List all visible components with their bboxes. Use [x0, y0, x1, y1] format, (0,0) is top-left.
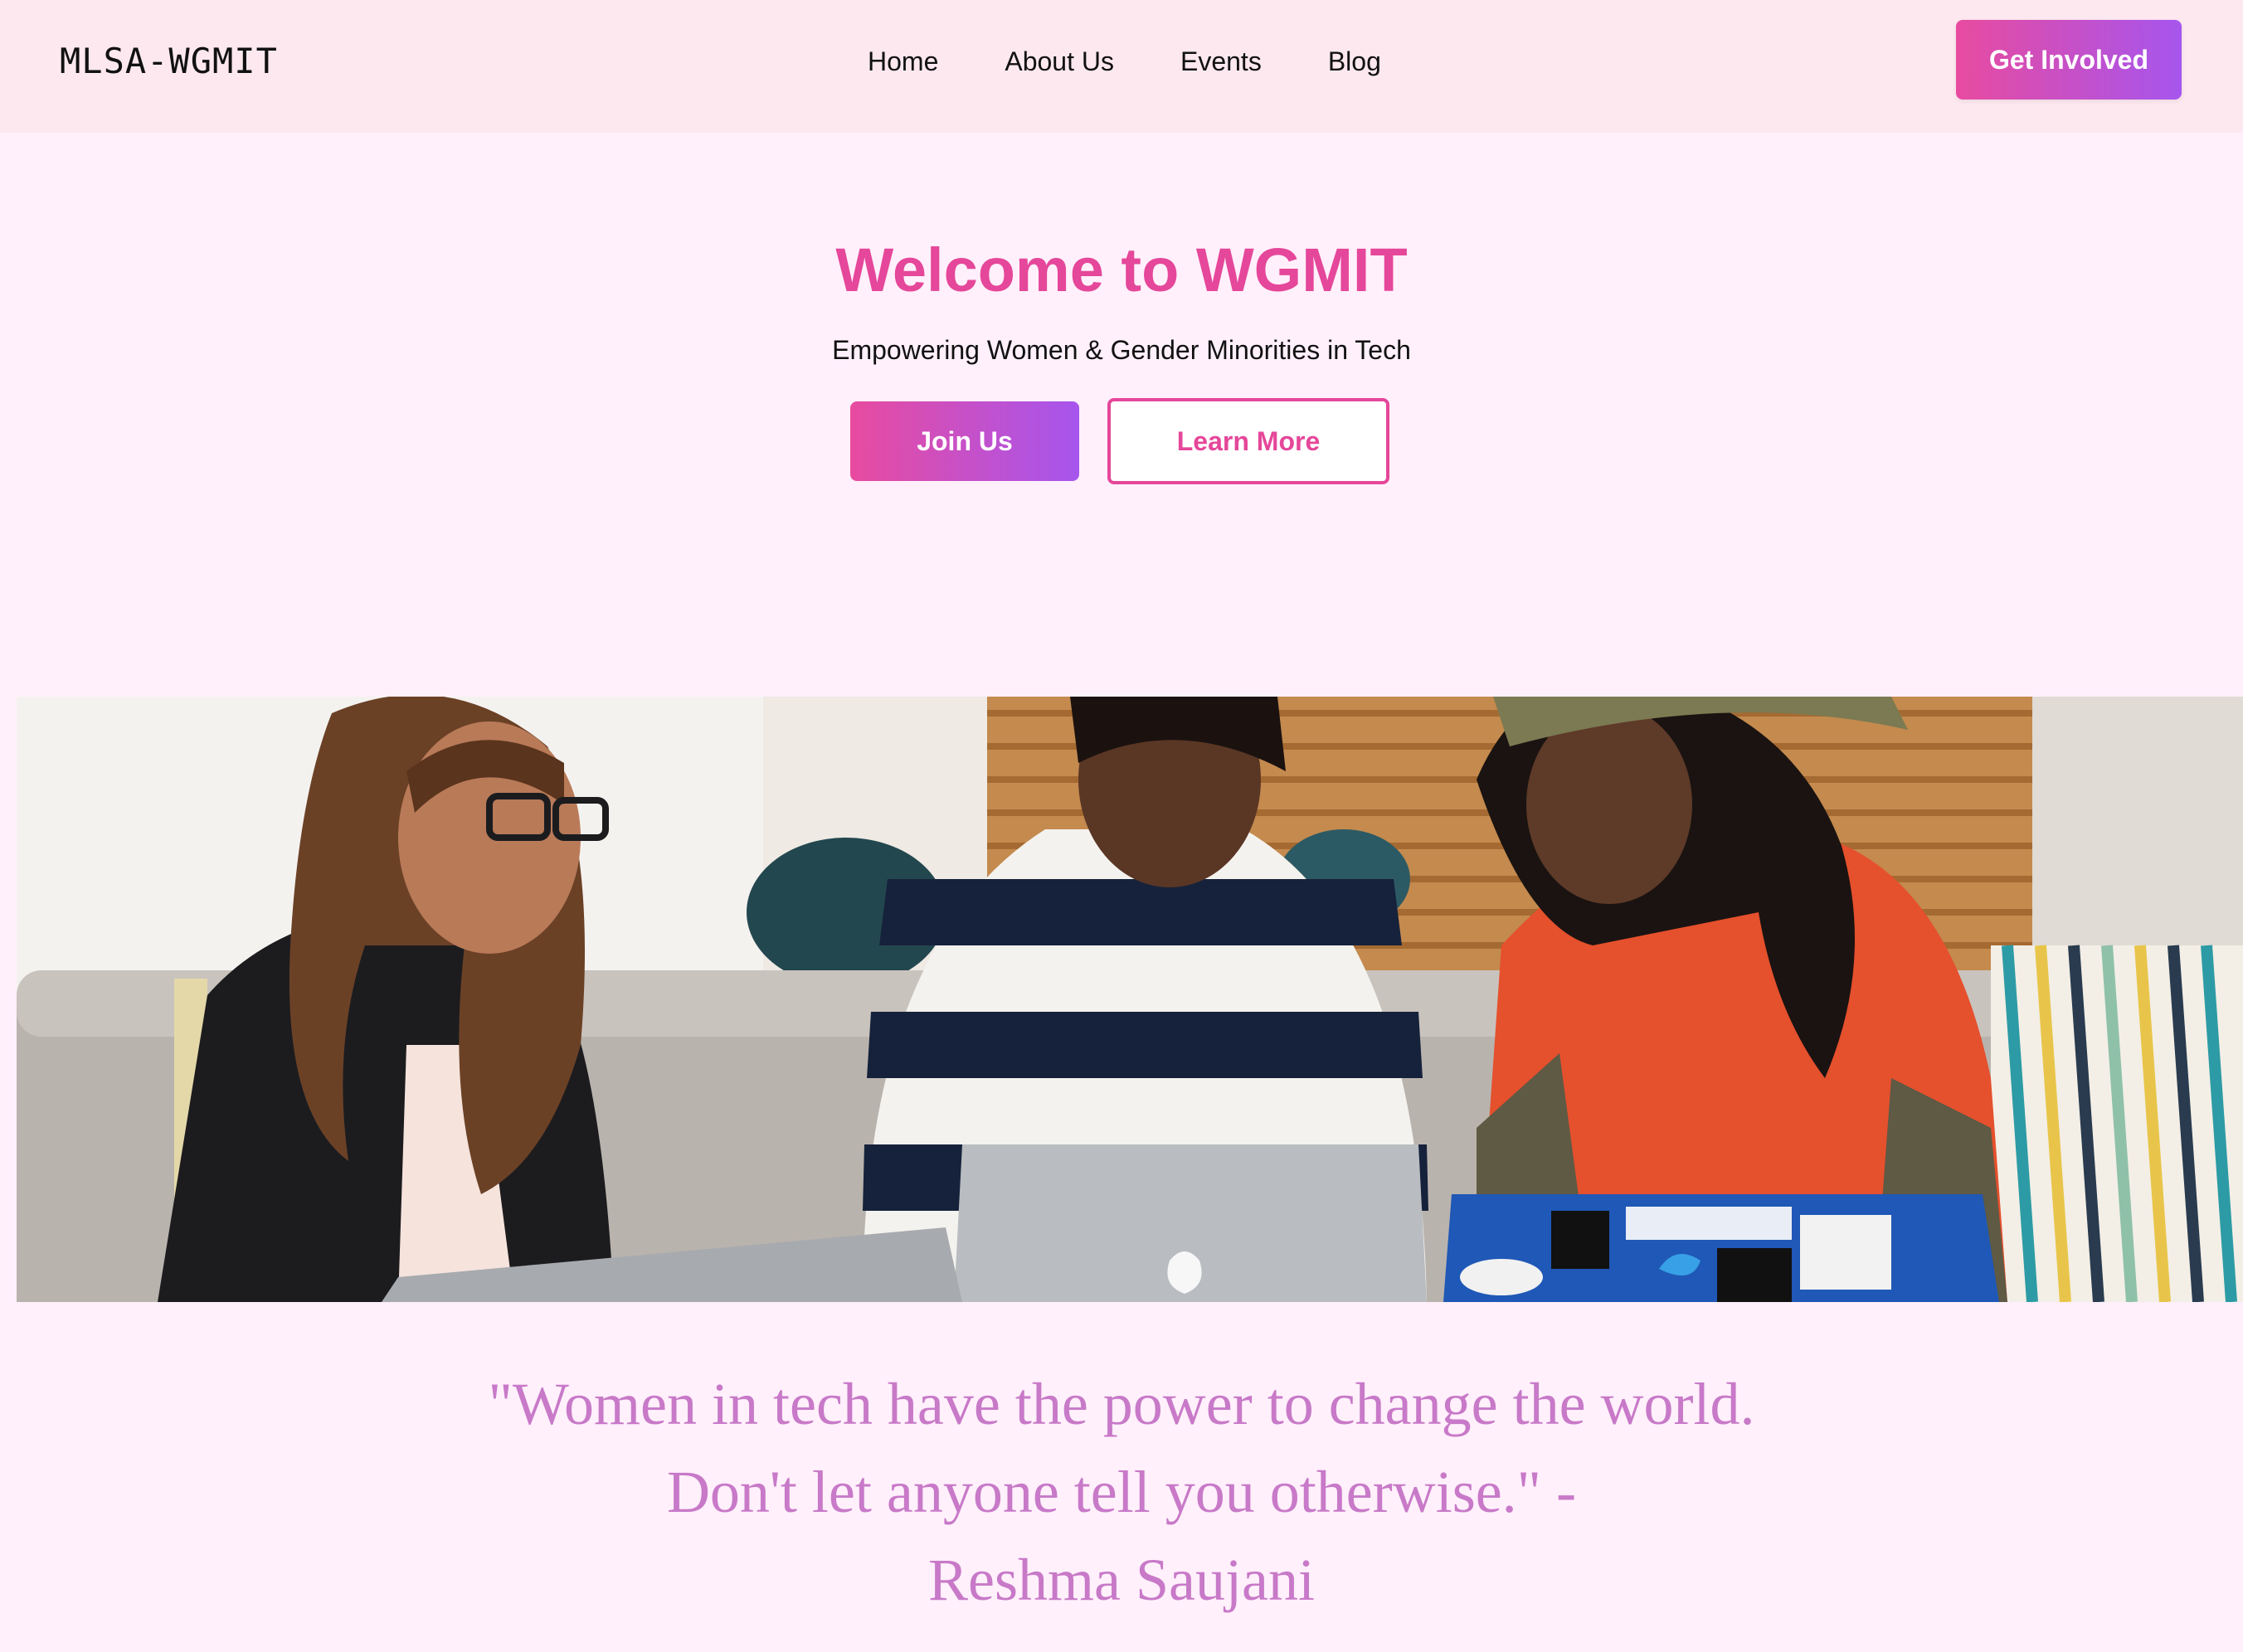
nav-link-events[interactable]: Events — [1180, 40, 1262, 83]
navbar: MLSA-WGMIT Home About Us Events Blog Get… — [0, 0, 2243, 133]
join-us-button[interactable]: Join Us — [850, 401, 1079, 481]
main-nav: Home About Us Events Blog — [868, 40, 1381, 83]
nav-link-about-us[interactable]: About Us — [1005, 40, 1114, 83]
hero-photo — [17, 697, 2243, 1302]
site-logo[interactable]: MLSA-WGMIT — [60, 40, 278, 83]
quote-line-1: "Women in tech have the power to change … — [488, 1371, 1755, 1437]
get-involved-button[interactable]: Get Involved — [1956, 20, 2182, 100]
inspirational-quote: "Women in tech have the power to change … — [458, 1360, 1785, 1624]
hero-title: Welcome to WGMIT — [835, 236, 1408, 304]
quote-line-2: Don't let anyone tell you otherwise." - — [666, 1459, 1577, 1525]
photo-illustration — [17, 697, 2243, 1302]
hero-subtitle: Empowering Women & Gender Minorities in … — [832, 335, 1411, 365]
learn-more-button[interactable]: Learn More — [1107, 398, 1389, 484]
quote-author: Reshma Saujani — [928, 1547, 1315, 1613]
nav-link-blog[interactable]: Blog — [1328, 40, 1381, 83]
nav-link-home[interactable]: Home — [868, 40, 938, 83]
